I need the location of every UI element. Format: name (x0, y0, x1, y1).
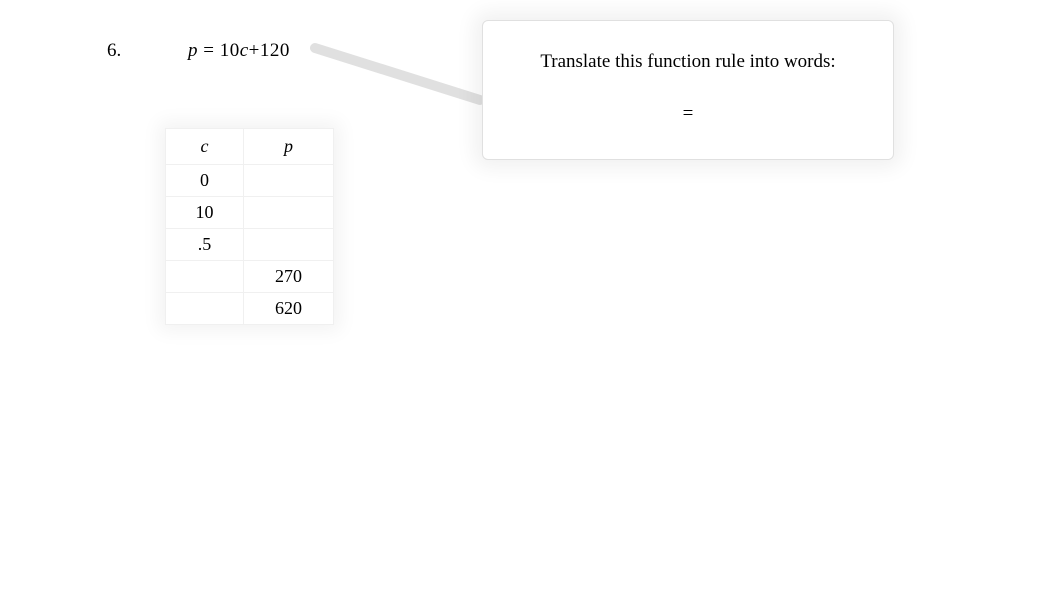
table-header-c: c (166, 129, 244, 165)
cell-p: 270 (244, 261, 334, 293)
cell-p (244, 165, 334, 197)
table-row: 10 (166, 197, 334, 229)
callout-box: Translate this function rule into words:… (482, 20, 894, 160)
table-row: 620 (166, 293, 334, 325)
cell-c (166, 261, 244, 293)
equation-lhs-var: p (188, 40, 198, 61)
cell-c: 0 (166, 165, 244, 197)
cell-c: 10 (166, 197, 244, 229)
values-table: c p 0 10 .5 270 620 (165, 128, 334, 325)
table-header-p: p (244, 129, 334, 165)
cell-c (166, 293, 244, 325)
cell-p: 620 (244, 293, 334, 325)
callout-equals: = (503, 103, 873, 125)
equation-constant: +120 (249, 40, 290, 61)
callout-connector-line (310, 40, 490, 110)
function-equation: p = 10c+120 (188, 40, 290, 62)
problem-number: 6. (107, 40, 121, 62)
table-header-row: c p (166, 129, 334, 165)
cell-p (244, 197, 334, 229)
table-row: .5 (166, 229, 334, 261)
cell-p (244, 229, 334, 261)
equation-rhs-var: c (240, 40, 249, 61)
callout-title: Translate this function rule into words: (503, 51, 873, 73)
cell-c: .5 (166, 229, 244, 261)
table-row: 270 (166, 261, 334, 293)
equation-equals: = (198, 40, 220, 61)
equation-coef: 10 (220, 40, 240, 61)
table-row: 0 (166, 165, 334, 197)
